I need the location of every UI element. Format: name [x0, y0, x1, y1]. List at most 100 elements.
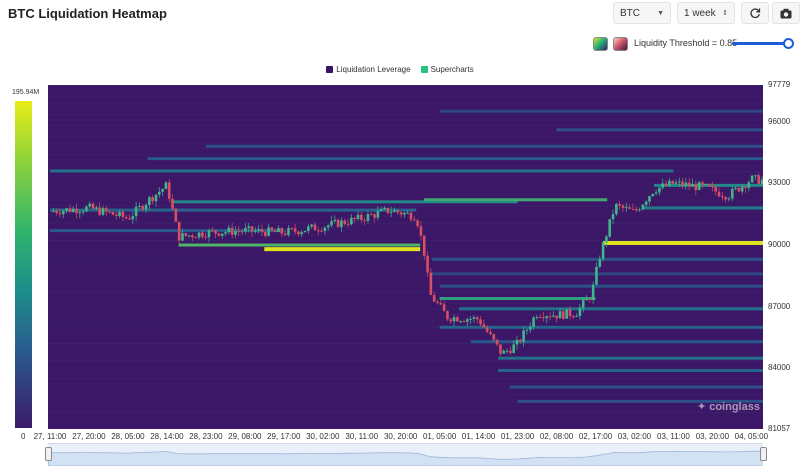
candle-body — [737, 187, 741, 192]
heatmap-texture-row — [48, 222, 763, 224]
candle-body — [721, 196, 724, 198]
candle-body — [598, 259, 602, 267]
candle-body — [373, 214, 376, 218]
liquidation-band — [459, 307, 763, 311]
candle-body — [101, 208, 105, 215]
navigator-right-handle[interactable] — [760, 447, 767, 461]
candle-body — [220, 233, 224, 236]
legend-item-leverage[interactable]: Liquidation Leverage — [326, 65, 411, 74]
range-select[interactable]: 1 week ⇕ — [677, 2, 735, 24]
navigator-left-handle[interactable] — [45, 447, 52, 461]
candle-body — [479, 319, 482, 325]
candle-body — [81, 211, 85, 213]
palette-rose-button[interactable] — [613, 37, 628, 51]
candle-body — [747, 182, 751, 188]
candle-body — [148, 197, 151, 205]
candle-body — [525, 329, 529, 331]
legend-item-supercharts[interactable]: Supercharts — [420, 65, 474, 74]
camera-button[interactable] — [772, 2, 800, 24]
candle-body — [558, 311, 562, 319]
candle-body — [462, 321, 466, 323]
candle-body — [154, 194, 158, 202]
x-tick-label: 01, 23:00 — [500, 432, 535, 441]
heatmap-texture-row — [48, 188, 763, 190]
heatmap-texture-row — [48, 423, 763, 425]
heatmap-texture-row — [48, 394, 763, 396]
candle-body — [552, 315, 555, 317]
candle-body — [446, 311, 449, 320]
candle-body — [578, 307, 582, 316]
candle-body — [224, 232, 227, 234]
x-tick-label: 27, 11:00 — [33, 432, 67, 441]
heatmap-texture-row — [48, 331, 763, 333]
candle-body — [356, 214, 360, 219]
heatmap-texture-row — [48, 360, 763, 362]
heatmap-texture-row — [48, 388, 763, 391]
candle-body — [654, 192, 658, 194]
candle-body — [432, 295, 436, 302]
liquidation-band — [439, 109, 763, 113]
y-tick-label: 84000 — [768, 363, 791, 373]
x-tick-label: 01, 14:00 — [461, 432, 496, 441]
coin-select[interactable]: BTC ▼ — [613, 2, 671, 24]
candle-body — [588, 298, 592, 300]
candle-body — [591, 284, 595, 300]
candle-body — [707, 183, 711, 187]
y-tick-label: 87000 — [768, 301, 791, 311]
candle-body — [449, 319, 453, 322]
candle-body — [442, 304, 446, 312]
candle-body — [519, 339, 522, 342]
candle-body — [340, 220, 343, 228]
refresh-button[interactable] — [741, 2, 769, 24]
candle-body — [323, 227, 327, 232]
color-scale-max-label: 195.94M — [12, 89, 40, 96]
x-tick-label: 02, 17:00 — [578, 432, 613, 441]
candle-body — [403, 212, 406, 215]
candle-body — [505, 350, 509, 352]
candle-body — [277, 228, 280, 232]
candle-body — [273, 230, 277, 232]
candle-body — [724, 197, 727, 200]
candle-body — [638, 209, 641, 211]
candle-body — [333, 219, 337, 222]
heatmap-texture-row — [48, 234, 763, 236]
coinglass-watermark: ✦ coinglass — [697, 400, 760, 414]
candle-body — [548, 316, 552, 318]
heatmap-plot[interactable] — [48, 85, 763, 429]
liquidation-band — [509, 385, 763, 389]
candle-body — [532, 317, 535, 327]
candle-body — [760, 179, 763, 184]
range-select-value: 1 week — [684, 7, 716, 19]
coin-select-value: BTC — [620, 7, 640, 19]
heatmap-texture-row — [48, 262, 763, 264]
x-tick-label: 30, 20:00 — [383, 432, 418, 441]
heatmap-texture-row — [48, 291, 763, 293]
liquidation-band — [642, 206, 763, 210]
candle-body — [658, 187, 661, 193]
candle-body — [181, 233, 184, 241]
heatmap-texture-row — [48, 96, 763, 98]
candle-body — [260, 229, 264, 233]
candle-body — [714, 186, 718, 192]
candle-body — [244, 227, 247, 232]
candle-body — [210, 230, 214, 232]
candle-body — [621, 205, 625, 208]
palette-viridis-button[interactable] — [593, 37, 608, 51]
candle-body — [383, 207, 386, 210]
candle-body — [111, 212, 115, 215]
liquidation-band — [498, 369, 763, 373]
range-navigator[interactable] — [47, 443, 772, 467]
threshold-slider-handle[interactable] — [783, 38, 794, 49]
candle-body — [105, 208, 108, 212]
candle-body — [313, 224, 317, 231]
candle-body — [601, 242, 605, 260]
candle-body — [492, 334, 496, 340]
candle-body — [128, 218, 131, 220]
x-tick-label: 30, 02:00 — [306, 432, 340, 441]
liquidation-band — [470, 340, 763, 344]
candle-body — [422, 235, 426, 256]
candle-body — [78, 212, 82, 214]
candle-body — [52, 210, 55, 212]
candle-body — [254, 230, 257, 232]
heatmap-svg[interactable] — [48, 85, 763, 429]
